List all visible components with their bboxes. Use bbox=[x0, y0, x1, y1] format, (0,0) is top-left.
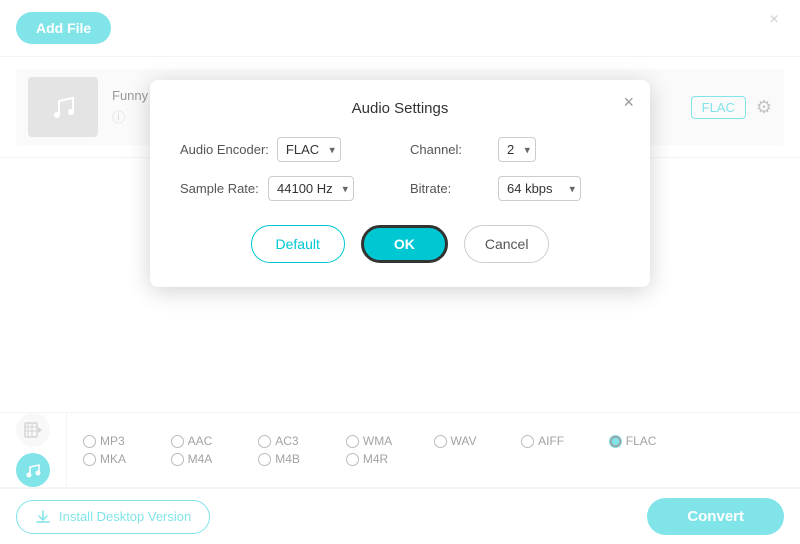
channel-select[interactable]: 2 1 bbox=[498, 137, 536, 162]
channel-select-wrapper: 2 1 bbox=[498, 137, 536, 162]
audio-encoder-select[interactable]: FLAC MP3 AAC bbox=[277, 137, 341, 162]
bitrate-label: Bitrate: bbox=[410, 181, 490, 196]
default-button[interactable]: Default bbox=[251, 225, 345, 263]
bitrate-row: Bitrate: 64 kbps 128 kbps 320 kbps bbox=[410, 176, 620, 201]
sample-rate-select[interactable]: 44100 Hz 22050 Hz 48000 Hz bbox=[268, 176, 354, 201]
channel-row: Channel: 2 1 bbox=[410, 137, 620, 162]
audio-encoder-label: Audio Encoder: bbox=[180, 142, 269, 157]
audio-encoder-select-wrapper: FLAC MP3 AAC bbox=[277, 137, 341, 162]
modal-overlay: × Audio Settings Audio Encoder: FLAC MP3… bbox=[0, 0, 800, 544]
modal-close-button[interactable]: × bbox=[623, 92, 634, 113]
channel-label: Channel: bbox=[410, 142, 490, 157]
bitrate-select[interactable]: 64 kbps 128 kbps 320 kbps bbox=[498, 176, 581, 201]
ok-button[interactable]: OK bbox=[361, 225, 448, 263]
sample-rate-row: Sample Rate: 44100 Hz 22050 Hz 48000 Hz bbox=[180, 176, 390, 201]
bitrate-select-wrapper: 64 kbps 128 kbps 320 kbps bbox=[498, 176, 581, 201]
sample-rate-select-wrapper: 44100 Hz 22050 Hz 48000 Hz bbox=[268, 176, 354, 201]
settings-grid: Audio Encoder: FLAC MP3 AAC Channel: 2 1 bbox=[180, 137, 620, 201]
audio-encoder-row: Audio Encoder: FLAC MP3 AAC bbox=[180, 137, 390, 162]
modal-title: Audio Settings bbox=[180, 100, 620, 117]
sample-rate-label: Sample Rate: bbox=[180, 181, 260, 196]
audio-settings-modal: × Audio Settings Audio Encoder: FLAC MP3… bbox=[150, 80, 650, 287]
cancel-button[interactable]: Cancel bbox=[464, 225, 550, 263]
modal-buttons: Default OK Cancel bbox=[180, 225, 620, 263]
